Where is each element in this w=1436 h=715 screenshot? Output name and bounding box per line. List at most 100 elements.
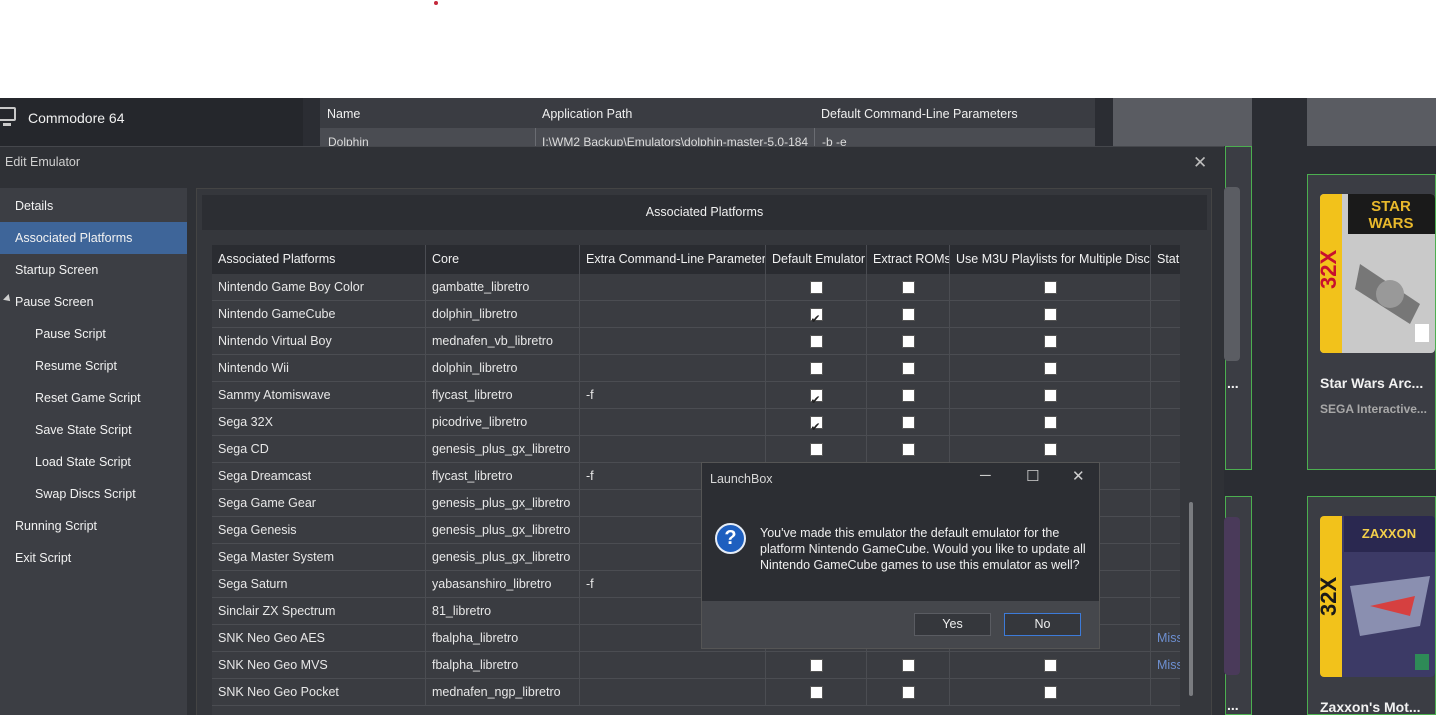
m3u-checkbox[interactable]: [1043, 281, 1057, 294]
extract-roms-checkbox[interactable]: [901, 308, 915, 321]
status-cell[interactable]: [1151, 517, 1180, 544]
status-cell[interactable]: [1151, 544, 1180, 571]
sidebar-item-details[interactable]: Details: [0, 190, 187, 222]
sidebar-item-reset-game-script[interactable]: Reset Game Script: [0, 382, 187, 414]
sidebar-item-resume-script[interactable]: Resume Script: [0, 350, 187, 382]
table-row[interactable]: SNK Neo Geo MVS fbalpha_libretro Miss: [212, 652, 1180, 679]
close-icon[interactable]: ✕: [1193, 153, 1207, 173]
default-emulator-checkbox[interactable]: [809, 659, 823, 672]
expand-caret-icon[interactable]: [3, 294, 13, 304]
extract-roms-checkbox[interactable]: [901, 389, 915, 402]
game-tile[interactable]: ...: [1224, 496, 1252, 715]
table-row[interactable]: Sega CD genesis_plus_gx_libretro: [212, 436, 1180, 463]
col-default-emulator[interactable]: Default Emulator: [766, 245, 867, 274]
status-cell[interactable]: Miss: [1151, 652, 1180, 679]
sidebar-item-running-script[interactable]: Running Script: [0, 510, 187, 542]
sidebar-item-label: Pause Screen: [15, 295, 94, 309]
col-m3u-playlists[interactable]: Use M3U Playlists for Multiple Discs: [950, 245, 1151, 274]
default-emulator-checkbox[interactable]: [809, 281, 823, 294]
game-tile-top: [1307, 98, 1436, 146]
m3u-checkbox[interactable]: [1043, 389, 1057, 402]
extract-roms-checkbox[interactable]: [901, 362, 915, 375]
status-cell[interactable]: [1151, 679, 1180, 706]
default-emulator-checkbox[interactable]: [809, 443, 823, 456]
extract-roms-checkbox[interactable]: [901, 686, 915, 699]
col-cmd-params[interactable]: Default Command-Line Parameters: [821, 107, 1018, 121]
core-cell: mednafen_ngp_libretro: [426, 679, 580, 706]
sidebar-item-pause-screen[interactable]: Pause Screen: [0, 286, 187, 318]
table-row[interactable]: Sammy Atomiswave flycast_libretro -f: [212, 382, 1180, 409]
m3u-checkbox[interactable]: [1043, 659, 1057, 672]
default-emulator-checkbox[interactable]: [809, 362, 823, 375]
table-row[interactable]: Sega 32X picodrive_libretro: [212, 409, 1180, 436]
default-emulator-checkbox[interactable]: [809, 414, 823, 436]
extract-roms-checkbox[interactable]: [901, 416, 915, 429]
status-cell[interactable]: [1151, 490, 1180, 517]
status-cell[interactable]: [1151, 463, 1180, 490]
status-cell[interactable]: [1151, 355, 1180, 382]
col-status[interactable]: Statu: [1151, 245, 1180, 274]
sidebar-item-exit-script[interactable]: Exit Script: [0, 542, 187, 574]
status-cell[interactable]: [1151, 382, 1180, 409]
game-tile[interactable]: ...: [1224, 146, 1252, 470]
platform-cell: Nintendo Wii: [212, 355, 426, 382]
sidebar-item-startup-screen[interactable]: Startup Screen: [0, 254, 187, 286]
status-cell[interactable]: [1151, 301, 1180, 328]
sidebar-item-pause-script[interactable]: Pause Script: [0, 318, 187, 350]
default-emulator-checkbox[interactable]: [809, 306, 823, 328]
extract-roms-checkbox[interactable]: [901, 281, 915, 294]
table-row[interactable]: Nintendo Virtual Boy mednafen_vb_libretro: [212, 328, 1180, 355]
default-emulator-checkbox[interactable]: [809, 686, 823, 699]
status-cell[interactable]: [1151, 274, 1180, 301]
vertical-scrollbar[interactable]: [1189, 502, 1193, 696]
modal-body: ? You've made this emulator the default …: [702, 503, 1099, 601]
no-button[interactable]: No: [1004, 613, 1081, 636]
col-core[interactable]: Core: [426, 245, 580, 274]
m3u-checkbox[interactable]: [1043, 443, 1057, 456]
m3u-checkbox[interactable]: [1043, 362, 1057, 375]
game-tile-star-wars[interactable]: 32X STAR WARS Star Wars Arc... SEGA Inte…: [1307, 174, 1436, 470]
platform-cell: Sega Genesis: [212, 517, 426, 544]
sidebar-item-swap-discs-script[interactable]: Swap Discs Script: [0, 478, 187, 510]
table-row[interactable]: Nintendo GameCube dolphin_libretro: [212, 301, 1180, 328]
status-cell[interactable]: [1151, 328, 1180, 355]
yes-button[interactable]: Yes: [914, 613, 991, 636]
col-associated-platforms[interactable]: Associated Platforms: [212, 245, 426, 274]
extract-roms-checkbox[interactable]: [901, 659, 915, 672]
m3u-checkbox[interactable]: [1043, 416, 1057, 429]
default-emulator-checkbox[interactable]: [809, 335, 823, 348]
minimize-icon[interactable]: ─: [980, 467, 991, 484]
maximize-icon[interactable]: ☐: [1026, 467, 1039, 485]
col-name[interactable]: Name: [327, 107, 360, 121]
extract-roms-checkbox-cell: [867, 409, 950, 436]
platform-item[interactable]: Commodore 64: [0, 98, 303, 140]
default-emulator-checkbox[interactable]: [809, 387, 823, 409]
table-row[interactable]: Nintendo Game Boy Color gambatte_libretro: [212, 274, 1180, 301]
col-extract-roms[interactable]: Extract ROMs: [867, 245, 950, 274]
params-cell: [580, 328, 766, 355]
sidebar-item-save-state-script[interactable]: Save State Script: [0, 414, 187, 446]
sidebar-item-associated-platforms[interactable]: Associated Platforms: [0, 222, 187, 254]
core-cell: genesis_plus_gx_libretro: [426, 544, 580, 571]
extract-roms-checkbox-cell: [867, 274, 950, 301]
status-cell[interactable]: [1151, 436, 1180, 463]
m3u-checkbox-cell: [950, 652, 1151, 679]
extract-roms-checkbox[interactable]: [901, 443, 915, 456]
status-cell[interactable]: [1151, 409, 1180, 436]
params-cell: [580, 274, 766, 301]
table-row[interactable]: Nintendo Wii dolphin_libretro: [212, 355, 1180, 382]
status-cell[interactable]: [1151, 571, 1180, 598]
status-cell[interactable]: [1151, 598, 1180, 625]
close-icon[interactable]: ✕: [1072, 467, 1085, 485]
default-emulator-checkbox-cell: [766, 355, 867, 382]
table-row[interactable]: SNK Neo Geo Pocket mednafen_ngp_libretro: [212, 679, 1180, 706]
m3u-checkbox[interactable]: [1043, 335, 1057, 348]
extract-roms-checkbox[interactable]: [901, 335, 915, 348]
game-tile-zaxxon[interactable]: 32X ZAXXON Zaxxon's Mot...: [1307, 496, 1436, 715]
m3u-checkbox[interactable]: [1043, 686, 1057, 699]
status-cell[interactable]: Miss: [1151, 625, 1180, 652]
m3u-checkbox[interactable]: [1043, 308, 1057, 321]
col-extra-params[interactable]: Extra Command-Line Parameters: [580, 245, 766, 274]
sidebar-item-load-state-script[interactable]: Load State Script: [0, 446, 187, 478]
col-app-path[interactable]: Application Path: [542, 107, 632, 121]
